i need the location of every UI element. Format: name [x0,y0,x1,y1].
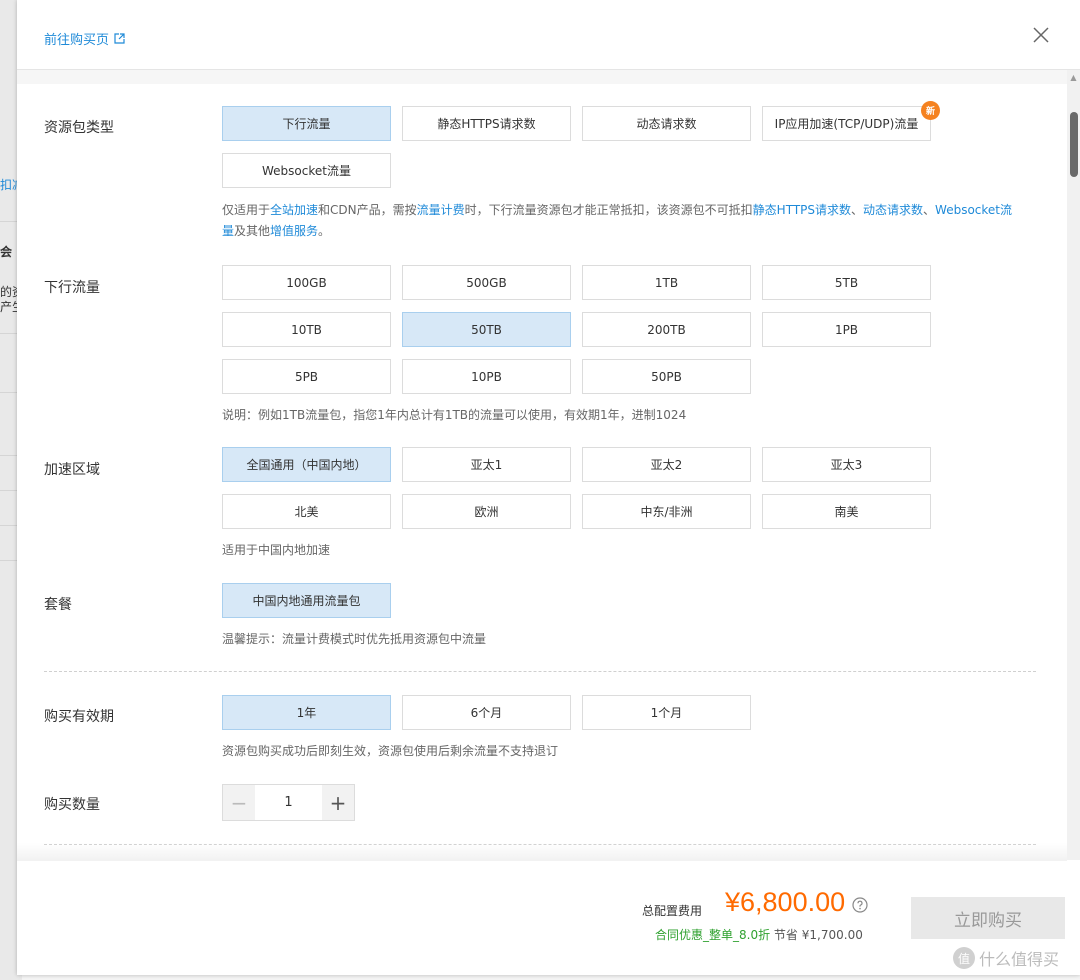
note-text: 仅适用于 [222,203,271,217]
dialog-content: 资源包类型 下行流量 静态HTTPS请求数 动态请求数 IP应用加速(TCP/U… [17,84,1067,861]
save-label: 节省 [773,928,798,942]
region-label: 加速区域 [44,462,100,478]
total-cost-label: 总配置费用 [642,904,703,918]
plan-note: 温馨提示：流量计费模式时优先抵用资源包中流量 [222,632,487,646]
region-option[interactable]: 亚太1 [402,447,571,482]
region-option[interactable]: 北美 [222,494,391,529]
package-type-option-downstream[interactable]: 下行流量 [222,106,391,141]
quantity-label: 购买数量 [44,797,100,813]
total-price: ¥6,800.00 [725,887,846,917]
watermark: 值 什么值得买 [953,946,1059,970]
package-type-option-websocket[interactable]: Websocket流量 [222,153,391,188]
downstream-option[interactable]: 50PB [582,359,751,394]
section-divider [44,671,1036,672]
save-amount: ¥1,700.00 [801,928,863,942]
external-link-icon [114,33,125,44]
value-added-services-link[interactable]: 增值服务 [270,224,318,238]
downstream-label: 下行流量 [44,280,100,296]
quantity-input[interactable]: 1 [255,785,322,820]
downstream-option[interactable]: 100GB [222,265,391,300]
package-type-note: 仅适用于全站加速和CDN产品，需按流量计费时，下行流量资源包才能正常抵扣，该资源… [222,200,1022,242]
discount-info: 合同优惠_整单_8.0折 节省 ¥1,700.00 [655,926,863,943]
dialog-header: 前往购买页 [17,0,1080,70]
validity-option[interactable]: 6个月 [402,695,571,730]
note-text: 及其他 [234,224,271,238]
note-text: 和CDN产品，需按 [318,203,417,217]
note-text: 。 [318,224,331,238]
go-to-purchase-label: 前往购买页 [44,33,110,48]
increase-button[interactable]: + [322,785,354,820]
validity-option-selected[interactable]: 1年 [222,695,391,730]
dialog-footer: 总配置费用 ¥6,800.00 合同优惠_整单_8.0折 节省 ¥1,700.0… [17,843,1080,975]
validity-label: 购买有效期 [44,709,114,725]
region-option[interactable]: 亚太3 [762,447,931,482]
region-option[interactable]: 亚太2 [582,447,751,482]
downstream-option[interactable]: 10PB [402,359,571,394]
package-type-option-https-requests[interactable]: 静态HTTPS请求数 [402,106,571,141]
quantity-stepper: − 1 + [222,784,355,821]
scrollbar-thumb[interactable] [1070,112,1078,177]
region-note: 适用于中国内地加速 [222,543,331,557]
region-option[interactable]: 南美 [762,494,931,529]
go-to-purchase-link[interactable]: 前往购买页 [44,29,125,48]
region-option[interactable]: 中东/非洲 [582,494,751,529]
https-requests-link[interactable]: 静态HTTPS请求数 [753,203,851,217]
downstream-note: 说明：例如1TB流量包，指您1年内总计有1TB的流量可以使用，有效期1年，进制1… [222,408,687,422]
header-divider-strip [17,70,1080,84]
note-text: 、 [851,203,864,217]
downstream-option[interactable]: 1PB [762,312,931,347]
package-type-option-dynamic-requests[interactable]: 动态请求数 [582,106,751,141]
region-option[interactable]: 欧洲 [402,494,571,529]
close-icon[interactable] [1030,24,1052,46]
traffic-billing-link[interactable]: 流量计费 [417,203,465,217]
downstream-option[interactable]: 5PB [222,359,391,394]
watermark-logo: 值 [953,947,975,969]
ip-acceleration-label: IP应用加速(TCP/UDP)流量 [774,117,919,131]
validity-option[interactable]: 1个月 [582,695,751,730]
validity-note: 资源包购买成功后即刻生效，资源包使用后剩余流量不支持退订 [222,744,559,758]
scroll-up-arrow-icon[interactable]: ▲ [1067,70,1080,84]
downstream-option[interactable]: 1TB [582,265,751,300]
downstream-option[interactable]: 200TB [582,312,751,347]
dynamic-requests-link[interactable]: 动态请求数 [863,203,923,217]
package-type-label: 资源包类型 [44,120,114,136]
downstream-option[interactable]: 10TB [222,312,391,347]
decrease-button[interactable]: − [223,785,255,820]
discount-label: 合同优惠_整单_8.0折 [655,928,771,942]
plan-option-selected[interactable]: 中国内地通用流量包 [222,583,391,618]
downstream-option[interactable]: 5TB [762,265,931,300]
purchase-dialog: 前往购买页 资源包类型 下行流量 静态HTTPS请求数 动态请求数 IP应用加速… [17,0,1080,975]
scrollbar[interactable]: ▲ [1067,70,1080,860]
region-option-selected[interactable]: 全国通用（中国内地） [222,447,391,482]
downstream-option-selected[interactable]: 50TB [402,312,571,347]
buy-now-button[interactable]: 立即购买 [911,897,1065,939]
package-type-option-ip-acceleration[interactable]: IP应用加速(TCP/UDP)流量 新 [762,101,940,141]
watermark-text: 什么值得买 [979,950,1060,969]
plan-label: 套餐 [44,597,72,613]
downstream-option[interactable]: 500GB [402,265,571,300]
full-site-acceleration-link[interactable]: 全站加速 [270,203,318,217]
footer-shadow [17,843,1067,861]
note-text: 、 [923,203,936,217]
new-badge: 新 [921,101,940,120]
note-text: 时，下行流量资源包才能正常抵扣，该资源包不可抵扣 [464,203,753,217]
help-icon[interactable] [852,897,868,913]
